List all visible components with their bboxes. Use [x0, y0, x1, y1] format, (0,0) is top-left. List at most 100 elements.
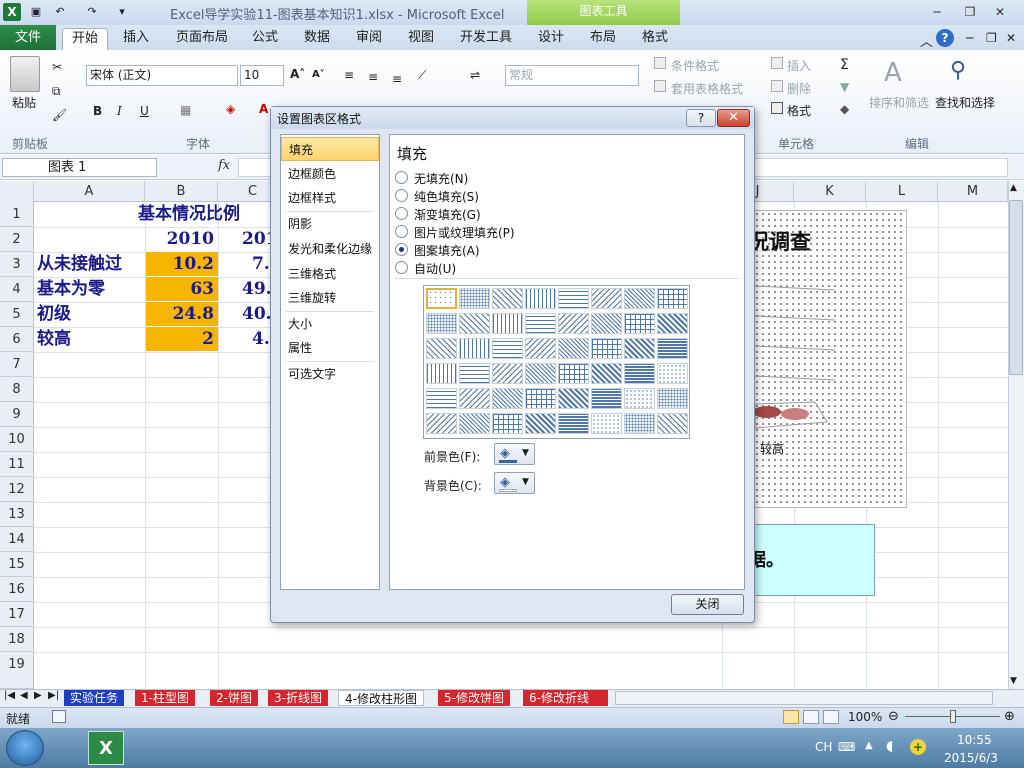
pattern-swatch[interactable] — [591, 313, 622, 334]
pattern-swatch[interactable] — [492, 363, 523, 384]
collapse-ribbon-icon[interactable]: ︿ — [920, 31, 933, 50]
restore-icon[interactable]: ❐ — [958, 3, 982, 21]
nav-item-3d-rotation[interactable]: 三维旋转 — [281, 286, 379, 310]
pattern-swatch[interactable] — [525, 413, 556, 434]
sort-filter-icon[interactable]: A — [884, 58, 902, 88]
nav-item-fill[interactable]: 填充 — [281, 137, 379, 161]
row-header[interactable]: 8 — [0, 377, 34, 402]
pattern-swatch[interactable] — [657, 363, 688, 384]
excel-app-icon[interactable]: X — [3, 3, 21, 21]
radio-label[interactable]: 图案填充(A) — [414, 242, 480, 259]
row-header[interactable]: 1 — [0, 202, 34, 227]
zoom-slider-thumb[interactable] — [950, 710, 956, 723]
paste-icon[interactable] — [10, 56, 40, 92]
volume-icon[interactable]: ◖ — [886, 738, 893, 754]
sheet-tab[interactable]: 5-修改饼图 — [438, 690, 510, 706]
first-sheet-icon[interactable]: |◀ — [4, 690, 15, 701]
italic-icon[interactable]: I — [117, 104, 122, 118]
pattern-swatch[interactable] — [624, 413, 655, 434]
borders-icon[interactable]: ▦ — [180, 103, 191, 117]
orientation-icon[interactable]: ⟋ — [418, 68, 426, 83]
pattern-swatch[interactable] — [426, 288, 457, 309]
nav-item-alt-text[interactable]: 可选文字 — [281, 362, 379, 386]
format-painter-icon[interactable]: 🖌 — [52, 108, 67, 122]
scroll-up-icon[interactable]: ▲ — [1010, 183, 1017, 193]
cell-label[interactable]: 从未接触过 — [37, 252, 122, 277]
page-break-view-icon[interactable] — [823, 710, 839, 724]
pattern-swatch[interactable] — [459, 388, 490, 409]
font-name-combo[interactable]: 宋体 (正文) — [86, 65, 238, 86]
clock-date[interactable]: 2015/6/3 — [944, 751, 998, 765]
nav-item-properties[interactable]: 属性 — [281, 336, 379, 360]
align-middle-icon[interactable]: ≡ — [368, 70, 378, 84]
pattern-swatch[interactable] — [426, 363, 457, 384]
sheet-tab[interactable]: 实验任务 — [64, 690, 125, 706]
row-header[interactable]: 6 — [0, 327, 34, 352]
row-header[interactable]: 2 — [0, 227, 34, 252]
pattern-swatch[interactable] — [591, 288, 622, 309]
cell-value-b[interactable]: 24.8 — [146, 302, 218, 326]
row-header[interactable]: 11 — [0, 452, 34, 477]
tab-design[interactable]: 设计 — [534, 28, 568, 50]
wrap-text-icon[interactable]: ⇌ — [470, 68, 480, 82]
pattern-swatch[interactable] — [525, 288, 556, 309]
radio-label[interactable]: 无填充(N) — [414, 170, 468, 187]
align-bottom-icon[interactable]: ≡ — [392, 72, 402, 86]
close-window-icon[interactable]: ✕ — [988, 3, 1012, 21]
row-header[interactable]: 12 — [0, 477, 34, 502]
last-sheet-icon[interactable]: ▶| — [48, 690, 59, 701]
pattern-swatch[interactable] — [558, 413, 589, 434]
radio-label[interactable]: 渐变填充(G) — [414, 206, 481, 223]
pattern-swatch[interactable] — [492, 338, 523, 359]
show-hidden-icons[interactable]: ▲ — [865, 740, 873, 751]
pattern-swatch[interactable] — [624, 388, 655, 409]
tab-home[interactable]: 开始 — [62, 28, 108, 50]
align-top-icon[interactable]: ≡ — [344, 68, 354, 82]
pattern-swatch[interactable] — [492, 288, 523, 309]
row-header[interactable]: 7 — [0, 352, 34, 377]
tab-review[interactable]: 审阅 — [352, 28, 386, 50]
nav-item-3d-format[interactable]: 三维格式 — [281, 262, 379, 286]
cell-value-c[interactable]: 40. — [242, 302, 272, 327]
prev-sheet-icon[interactable]: ◀ — [20, 690, 28, 701]
row-header[interactable]: 9 — [0, 402, 34, 427]
underline-icon[interactable]: U — [140, 104, 149, 118]
radio-pattern-fill[interactable] — [395, 243, 408, 256]
pattern-swatch[interactable] — [591, 413, 622, 434]
pattern-swatch[interactable] — [459, 363, 490, 384]
sheet-tab[interactable]: 6-修改折线 — [523, 690, 608, 706]
zoom-level[interactable]: 100% — [848, 710, 882, 724]
pattern-swatch[interactable] — [657, 288, 688, 309]
foreground-color-button[interactable]: ◈ ▼ — [494, 443, 535, 465]
nav-item-shadow[interactable]: 阴影 — [281, 212, 379, 236]
insert-function-button[interactable]: fx — [218, 158, 230, 173]
pattern-swatch[interactable] — [591, 363, 622, 384]
radio-picture-fill[interactable] — [395, 225, 408, 238]
cell-header-2010[interactable]: 2010 — [145, 227, 218, 252]
radio-no-fill[interactable] — [395, 171, 408, 184]
radio-solid-fill[interactable] — [395, 189, 408, 202]
nav-item-glow[interactable]: 发光和柔化边缘 — [281, 237, 379, 261]
save-icon[interactable]: ▣ — [28, 4, 44, 20]
radio-gradient-fill[interactable] — [395, 207, 408, 220]
pattern-swatch[interactable] — [525, 338, 556, 359]
cell-value-c[interactable]: 4. — [252, 327, 270, 352]
pattern-swatch[interactable] — [558, 338, 589, 359]
pattern-swatch[interactable] — [492, 313, 523, 334]
scroll-down-icon[interactable]: ▼ — [1010, 676, 1017, 686]
pattern-swatch[interactable] — [492, 413, 523, 434]
tab-layout[interactable]: 布局 — [586, 28, 620, 50]
pattern-swatch[interactable] — [525, 388, 556, 409]
sheet-tab[interactable]: 1-柱型图 — [135, 690, 195, 706]
nav-item-border-style[interactable]: 边框样式 — [281, 186, 379, 210]
cell-value-b[interactable]: 2 — [146, 327, 218, 351]
pattern-swatch[interactable] — [591, 338, 622, 359]
minimize-icon[interactable]: ─ — [925, 3, 949, 21]
redo-icon[interactable]: ↷ — [84, 4, 100, 20]
number-format-combo[interactable]: 常规 — [505, 65, 639, 86]
dialog-help-button[interactable]: ? — [686, 109, 716, 127]
radio-label[interactable]: 自动(U) — [414, 260, 456, 277]
fill-color-icon[interactable]: ◈ — [226, 102, 235, 116]
dialog-close-button[interactable]: 关闭 — [671, 594, 744, 615]
table-format-button[interactable]: 套用表格格式 — [671, 80, 743, 97]
